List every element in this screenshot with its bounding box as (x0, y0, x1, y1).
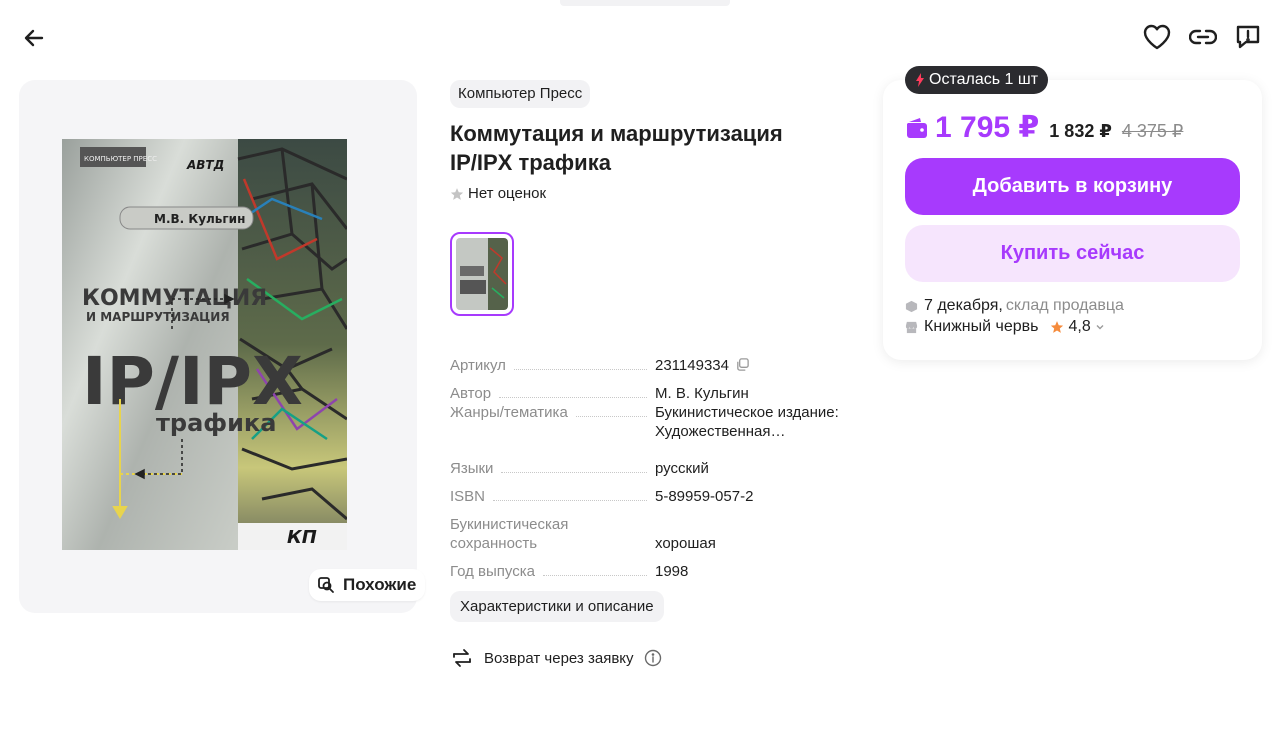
specs-list: Артикул 231149334 Автор М. В. Кульгин Жа… (450, 347, 860, 581)
stock-badge: Осталась 1 шт (905, 66, 1049, 94)
cover-badge-text: АВТД (186, 158, 224, 172)
price-old: 4 375 ₽ (1121, 121, 1184, 141)
spec-value[interactable]: М. В. Кульгин (655, 385, 749, 402)
drag-handle (560, 0, 730, 6)
spec-key: Языки (450, 460, 494, 477)
rating-text: Нет оценок (468, 185, 547, 202)
box-icon (905, 300, 918, 312)
buy-now-button[interactable]: Купить сейчас (905, 225, 1240, 282)
top-bar (0, 0, 1280, 72)
spec-row-article: Артикул 231149334 (450, 347, 860, 375)
link-icon (1189, 29, 1217, 45)
cover-author-text: М.В. Кульгин (154, 212, 245, 226)
info-icon[interactable] (644, 649, 662, 667)
star-icon (1051, 321, 1064, 333)
delivery-source: склад продавца (1005, 297, 1124, 314)
copy-icon[interactable] (735, 357, 750, 372)
spec-value: 1998 (655, 563, 689, 580)
seller-rating: 4,8 (1050, 318, 1104, 336)
cover-bottom-logo: КП (287, 527, 317, 548)
chevron-down-icon (1096, 325, 1104, 330)
cover-title-line4: трафика (156, 409, 276, 437)
report-icon (1236, 25, 1260, 49)
book-cover-image[interactable]: КОМПЬЮТЕР ПРЕСС АВТД М.В. Кульгин КОММУТ… (62, 139, 347, 550)
spec-row-condition: Букинистическая сохранность хорошая (450, 506, 860, 553)
buy-card: 1 795 ₽ 1 832 ₽ 4 375 ₽ Добавить в корзи… (883, 80, 1262, 360)
spec-key: Автор (450, 385, 492, 402)
spec-row-year: Год выпуска 1998 (450, 553, 860, 581)
wallet-icon (907, 118, 927, 138)
gallery-thumbnail[interactable] (450, 232, 514, 316)
characteristics-button[interactable]: Характеристики и описание (450, 591, 664, 622)
return-policy-row[interactable]: Возврат через заявку (450, 647, 662, 669)
return-arrows-icon (453, 649, 471, 667)
add-to-cart-button[interactable]: Добавить в корзину (905, 158, 1240, 215)
spec-value: 5-89959-057-2 (655, 488, 754, 505)
share-link-button[interactable] (1187, 21, 1219, 53)
spec-row-genre: Жанры/тематика Букинистическое издание: … (450, 403, 860, 450)
spec-value[interactable]: Букинистическое издание: Художественная… (655, 404, 839, 440)
spec-row-author: Автор М. В. Кульгин (450, 375, 860, 403)
price-value: 1 795 ₽ (935, 111, 1040, 144)
delivery-date: 7 декабря, (924, 297, 1003, 314)
cover-title-line2: И МАРШРУТИЗАЦИЯ (86, 310, 230, 324)
similar-label: Похожие (343, 575, 417, 594)
delivery-row: 7 декабря, склад продавца (905, 297, 1124, 315)
price-row: 1 795 ₽ 1 832 ₽ 4 375 ₽ (905, 110, 1183, 145)
product-info: Компьютер Пресс Коммутация и маршрутизац… (450, 80, 860, 316)
search-similar-icon (318, 577, 334, 593)
spec-row-isbn: ISBN 5-89959-057-2 (450, 478, 860, 506)
seller-rating-value: 4,8 (1068, 318, 1091, 335)
stock-text: Осталась 1 шт (929, 71, 1039, 88)
brand-chip[interactable]: Компьютер Пресс (450, 80, 591, 108)
price-main: 1 795 ₽ (905, 110, 1039, 145)
spec-value: хорошая (655, 535, 716, 552)
seller-name: Книжный червь (924, 318, 1039, 335)
lightning-icon (916, 73, 924, 87)
star-icon (450, 187, 464, 200)
spec-key: ISBN (450, 488, 486, 505)
report-button[interactable] (1232, 21, 1264, 53)
price-card: 1 832 ₽ (1049, 121, 1112, 141)
spec-key: Жанры/тематика (450, 404, 568, 421)
product-gallery: КОМПЬЮТЕР ПРЕСС АВТД М.В. Кульгин КОММУТ… (19, 80, 425, 613)
spec-key: Артикул (450, 357, 506, 374)
spec-row-language: Языки русский (450, 450, 860, 478)
spec-key: Год выпуска (450, 563, 535, 580)
return-label: Возврат через заявку (484, 649, 634, 667)
spec-key: Букинистическая сохранность (450, 516, 569, 552)
product-title: Коммутация и маршрутизация IP/IPX трафик… (450, 121, 783, 175)
heart-icon (1143, 24, 1171, 50)
shop-icon (905, 321, 918, 333)
favorite-button[interactable] (1141, 21, 1173, 53)
publisher-logo-text: КОМПЬЮТЕР ПРЕСС (84, 155, 157, 163)
back-button[interactable] (18, 22, 50, 54)
spec-value: 231149334 (655, 357, 729, 374)
arrow-left-icon (24, 29, 44, 47)
seller-row[interactable]: Книжный червь 4,8 (905, 318, 1105, 336)
spec-value: русский (655, 460, 709, 477)
rating-row[interactable]: Нет оценок (450, 185, 860, 202)
similar-products-button[interactable]: Похожие (309, 569, 425, 601)
